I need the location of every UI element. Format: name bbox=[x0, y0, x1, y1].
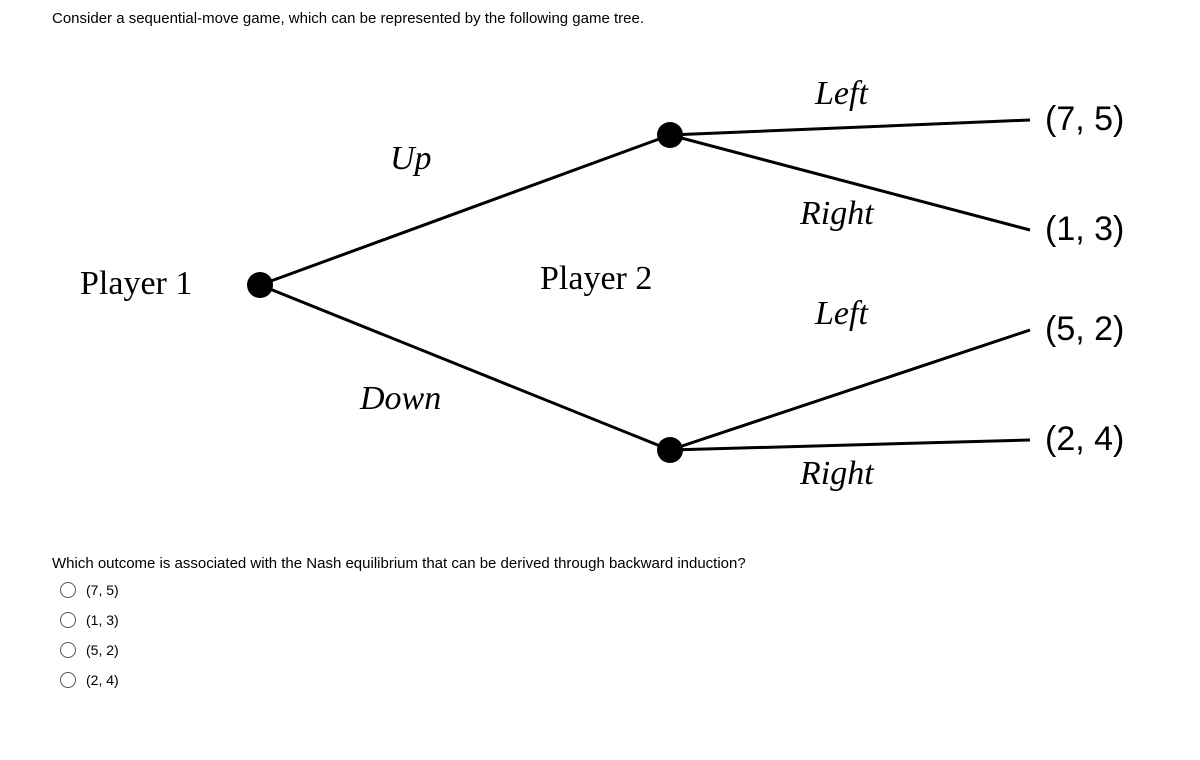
option-a[interactable]: (7, 5) bbox=[60, 582, 119, 598]
option-label: (2, 4) bbox=[86, 672, 119, 688]
move-up-label: Up bbox=[390, 140, 432, 178]
player2-label: Player 2 bbox=[540, 260, 652, 298]
question-intro: Consider a sequential-move game, which c… bbox=[52, 10, 644, 27]
option-d[interactable]: (2, 4) bbox=[60, 672, 119, 688]
payoff-up-right: (1, 3) bbox=[1045, 210, 1124, 249]
option-label: (1, 3) bbox=[86, 612, 119, 628]
payoff-down-left: (5, 2) bbox=[1045, 310, 1124, 349]
radio-icon[interactable] bbox=[60, 612, 76, 628]
payoff-down-right: (2, 4) bbox=[1045, 420, 1124, 459]
option-label: (5, 2) bbox=[86, 642, 119, 658]
option-label: (7, 5) bbox=[86, 582, 119, 598]
radio-icon[interactable] bbox=[60, 642, 76, 658]
move-right-bot: Right bbox=[800, 455, 874, 493]
radio-icon[interactable] bbox=[60, 582, 76, 598]
question-prompt: Which outcome is associated with the Nas… bbox=[52, 555, 746, 572]
player1-label: Player 1 bbox=[80, 265, 192, 303]
option-b[interactable]: (1, 3) bbox=[60, 612, 119, 628]
payoff-up-left: (7, 5) bbox=[1045, 100, 1124, 139]
game-tree: Player 1 Player 2 Up Down Left Right Lef… bbox=[60, 60, 1160, 530]
move-down-label: Down bbox=[360, 380, 441, 418]
move-right-top: Right bbox=[800, 195, 874, 233]
radio-icon[interactable] bbox=[60, 672, 76, 688]
move-left-top: Left bbox=[815, 75, 868, 113]
options-group: (7, 5) (1, 3) (5, 2) (2, 4) bbox=[60, 582, 119, 702]
move-left-bot: Left bbox=[815, 295, 868, 333]
option-c[interactable]: (5, 2) bbox=[60, 642, 119, 658]
